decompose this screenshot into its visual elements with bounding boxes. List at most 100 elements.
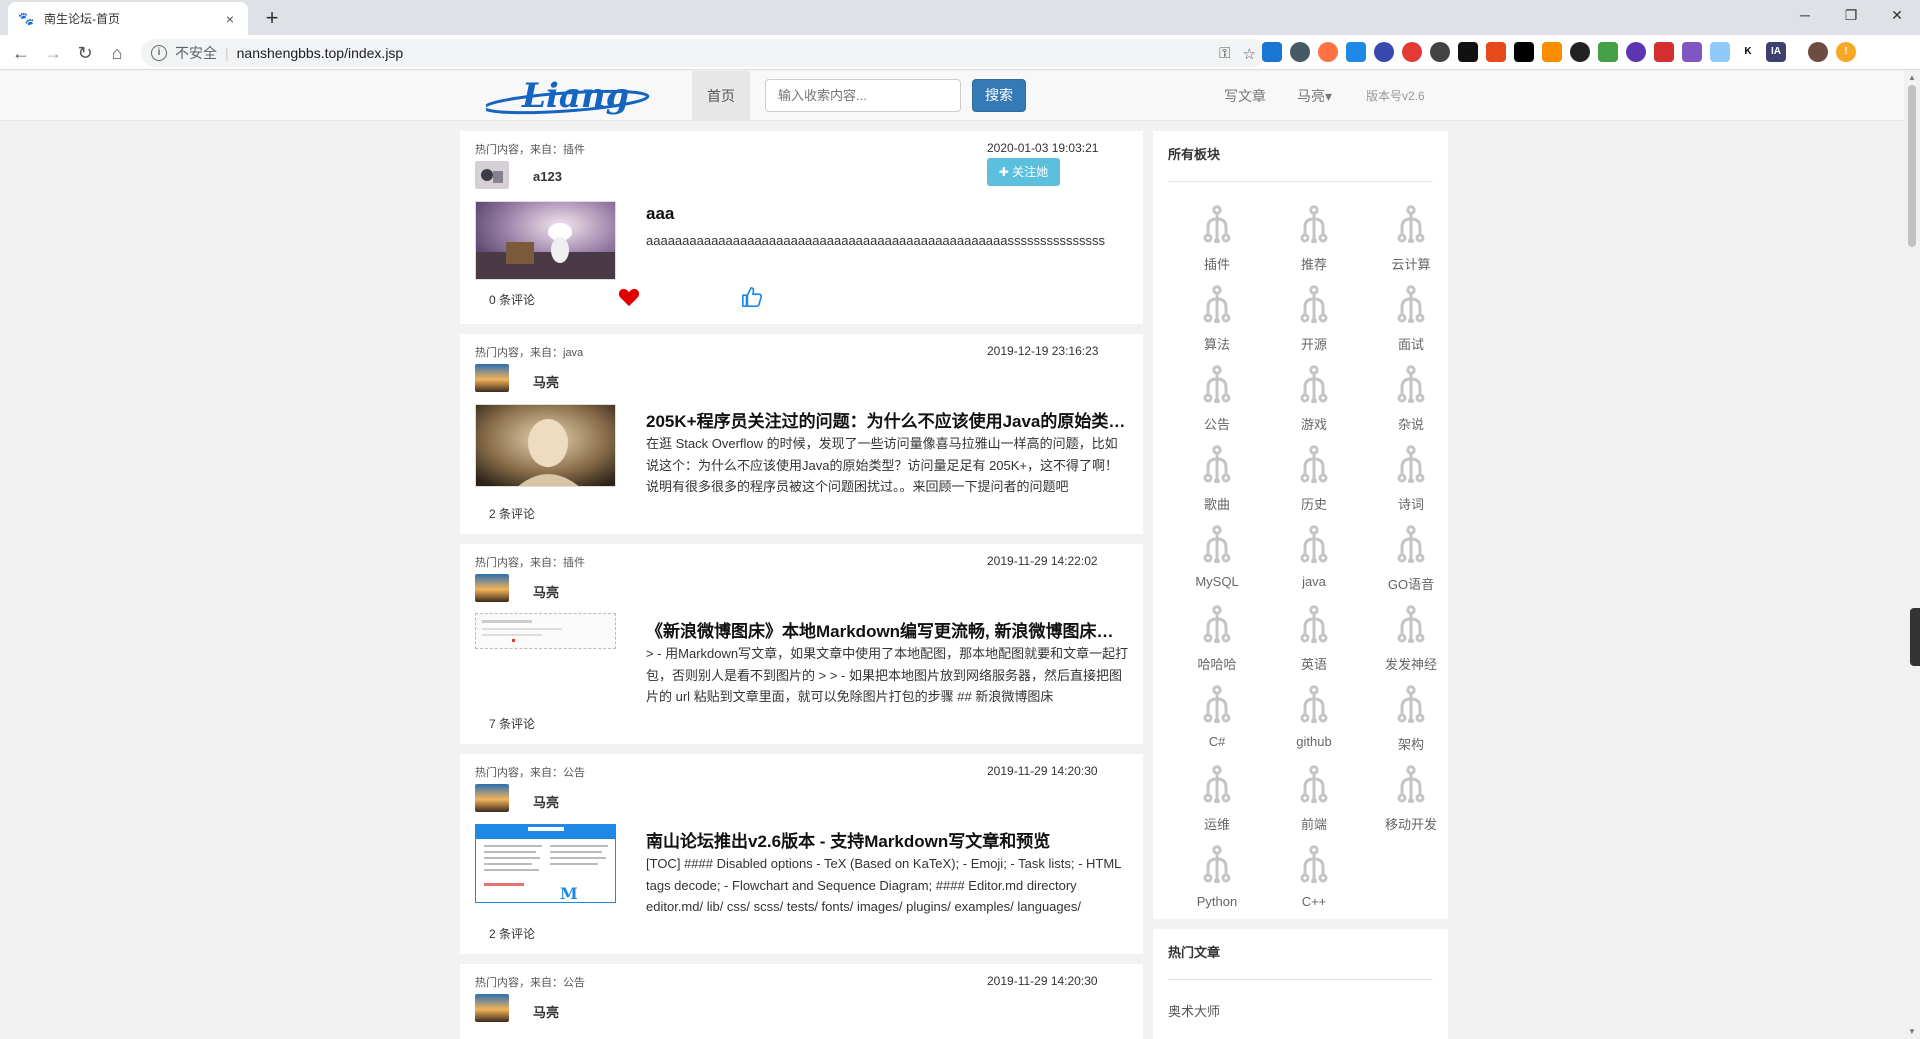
site-logo[interactable]: Liang bbox=[486, 76, 670, 118]
board-item[interactable]: C# bbox=[1177, 685, 1257, 749]
extension-icon[interactable] bbox=[1682, 42, 1702, 62]
side-panel-handle[interactable] bbox=[1910, 608, 1920, 666]
board-item[interactable]: 杂说 bbox=[1371, 365, 1451, 433]
extension-icon[interactable] bbox=[1458, 42, 1478, 62]
board-item[interactable]: 诗词 bbox=[1371, 445, 1451, 513]
board-item[interactable]: 历史 bbox=[1274, 445, 1354, 513]
post-thumbnail[interactable]: M bbox=[475, 824, 616, 903]
nav-home[interactable]: 首页 bbox=[692, 71, 750, 121]
post-title[interactable]: 205K+程序员关注过的问题：为什么不应该使用Java的原始类型？ bbox=[646, 407, 1126, 432]
board-item[interactable]: 推荐 bbox=[1274, 205, 1354, 273]
scroll-down-icon[interactable]: ▼ bbox=[1904, 1025, 1920, 1039]
post-comment-count[interactable]: 0 条评论 bbox=[489, 291, 535, 308]
board-item[interactable]: 面试 bbox=[1371, 285, 1451, 353]
post-comment-count[interactable]: 2 条评论 bbox=[489, 925, 535, 942]
nav-write-article[interactable]: 写文章 bbox=[1224, 71, 1266, 121]
avatar[interactable] bbox=[475, 364, 509, 392]
extension-new-icon[interactable] bbox=[1262, 42, 1282, 62]
post-thumbnail[interactable] bbox=[475, 201, 616, 280]
extension-icon[interactable] bbox=[1570, 42, 1590, 62]
board-item[interactable]: 移动开发 bbox=[1371, 765, 1451, 833]
heart-icon[interactable] bbox=[618, 287, 640, 307]
board-item[interactable]: 架构 bbox=[1371, 685, 1451, 753]
extension-icon[interactable] bbox=[1430, 42, 1450, 62]
extension-icon[interactable] bbox=[1318, 42, 1338, 62]
user-menu-dropdown[interactable]: 马亮▾ bbox=[1297, 71, 1332, 121]
board-item[interactable]: 前端 bbox=[1274, 765, 1354, 833]
board-item[interactable]: 发发神经 bbox=[1371, 605, 1451, 673]
board-item[interactable]: github bbox=[1274, 685, 1354, 749]
post-title[interactable]: aaa bbox=[646, 204, 1126, 224]
address-bar[interactable]: i 不安全 | nanshengbbs.top/index.jsp ⚿ ☆ bbox=[141, 39, 1266, 67]
window-minimize-button[interactable]: ─ bbox=[1782, 0, 1828, 30]
board-item[interactable]: 公告 bbox=[1177, 365, 1257, 433]
post-thumbnail[interactable] bbox=[475, 613, 616, 649]
board-item[interactable]: 游戏 bbox=[1274, 365, 1354, 433]
post-title[interactable]: 《新浪微博图床》本地Markdown编写更流畅, 新浪微博图床来帮你 bbox=[646, 617, 1126, 642]
info-icon[interactable]: i bbox=[151, 45, 167, 61]
back-button[interactable]: ← bbox=[6, 38, 36, 68]
avatar[interactable] bbox=[475, 784, 509, 812]
post-comment-count[interactable]: 2 条评论 bbox=[489, 505, 535, 522]
extension-k-icon[interactable]: K bbox=[1738, 42, 1758, 62]
board-item[interactable]: C++ bbox=[1274, 845, 1354, 909]
board-item[interactable]: 算法 bbox=[1177, 285, 1257, 353]
post-author[interactable]: 马亮 bbox=[533, 372, 559, 391]
update-alert-icon[interactable]: ! bbox=[1836, 42, 1856, 62]
browser-tab[interactable]: 🐾 南生论坛-首页 × bbox=[8, 2, 248, 35]
post-author[interactable]: 马亮 bbox=[533, 792, 559, 811]
extension-ia-icon[interactable]: IA bbox=[1766, 42, 1786, 62]
forward-button[interactable]: → bbox=[38, 38, 68, 68]
board-item[interactable]: java bbox=[1274, 525, 1354, 589]
avatar[interactable] bbox=[475, 161, 509, 189]
board-item[interactable]: 英语 bbox=[1274, 605, 1354, 673]
extension-icon[interactable] bbox=[1514, 42, 1534, 62]
hot-article-link[interactable]: 奥术大师 bbox=[1168, 1001, 1220, 1020]
extension-icon[interactable] bbox=[1290, 42, 1310, 62]
search-input[interactable] bbox=[765, 79, 961, 112]
avatar[interactable] bbox=[475, 994, 509, 1022]
board-item[interactable]: Python bbox=[1177, 845, 1257, 909]
board-item[interactable]: 运维 bbox=[1177, 765, 1257, 833]
board-item[interactable]: 云计算 bbox=[1371, 205, 1451, 273]
board-item[interactable]: 插件 bbox=[1177, 205, 1257, 273]
extension-icon[interactable] bbox=[1710, 42, 1730, 62]
new-tab-button[interactable]: + bbox=[258, 4, 286, 32]
extension-icon[interactable] bbox=[1374, 42, 1394, 62]
window-maximize-button[interactable]: ❐ bbox=[1828, 0, 1874, 30]
extension-icon[interactable] bbox=[1626, 42, 1646, 62]
board-item[interactable]: GO语音 bbox=[1371, 525, 1451, 593]
board-item[interactable]: MySQL bbox=[1177, 525, 1257, 589]
board-item[interactable]: 开源 bbox=[1274, 285, 1354, 353]
scrollbar-thumb[interactable] bbox=[1908, 85, 1916, 247]
post-thumbnail[interactable] bbox=[475, 404, 616, 487]
post-title[interactable]: 南山论坛推出v2.6版本 - 支持Markdown写文章和预览 bbox=[646, 827, 1126, 852]
post-author[interactable]: 马亮 bbox=[533, 582, 559, 601]
tab-close-icon[interactable]: × bbox=[222, 11, 238, 27]
post-comment-count[interactable]: 7 条评论 bbox=[489, 715, 535, 732]
reload-button[interactable]: ↻ bbox=[70, 38, 100, 68]
post-date: 2019-11-29 14:20:30 bbox=[987, 974, 1098, 988]
url-text[interactable]: nanshengbbs.top/index.jsp bbox=[237, 45, 404, 61]
post-author[interactable]: a123 bbox=[533, 169, 562, 184]
search-button[interactable]: 搜索 bbox=[972, 79, 1026, 112]
extension-icon[interactable] bbox=[1542, 42, 1562, 62]
board-item[interactable]: 歌曲 bbox=[1177, 445, 1257, 513]
post-author[interactable]: 马亮 bbox=[533, 1002, 559, 1021]
home-button[interactable]: ⌂ bbox=[102, 38, 132, 68]
window-close-button[interactable]: ✕ bbox=[1874, 0, 1920, 30]
avatar[interactable] bbox=[475, 574, 509, 602]
follow-button[interactable]: ✚ 关注她 bbox=[987, 158, 1060, 186]
bookmark-star-icon[interactable]: ☆ bbox=[1243, 45, 1256, 63]
profile-avatar[interactable] bbox=[1808, 42, 1828, 62]
page-scrollbar[interactable]: ▲ ▼ bbox=[1904, 71, 1920, 1039]
extension-icon[interactable] bbox=[1346, 42, 1366, 62]
extension-icon[interactable] bbox=[1486, 42, 1506, 62]
extension-off-icon[interactable] bbox=[1654, 42, 1674, 62]
thumbs-up-icon[interactable] bbox=[741, 286, 763, 308]
board-item[interactable]: 哈哈哈 bbox=[1177, 605, 1257, 673]
key-icon[interactable]: ⚿ bbox=[1219, 45, 1230, 63]
extension-icon[interactable] bbox=[1402, 42, 1422, 62]
scroll-up-icon[interactable]: ▲ bbox=[1904, 71, 1920, 85]
extension-icon[interactable] bbox=[1598, 42, 1618, 62]
